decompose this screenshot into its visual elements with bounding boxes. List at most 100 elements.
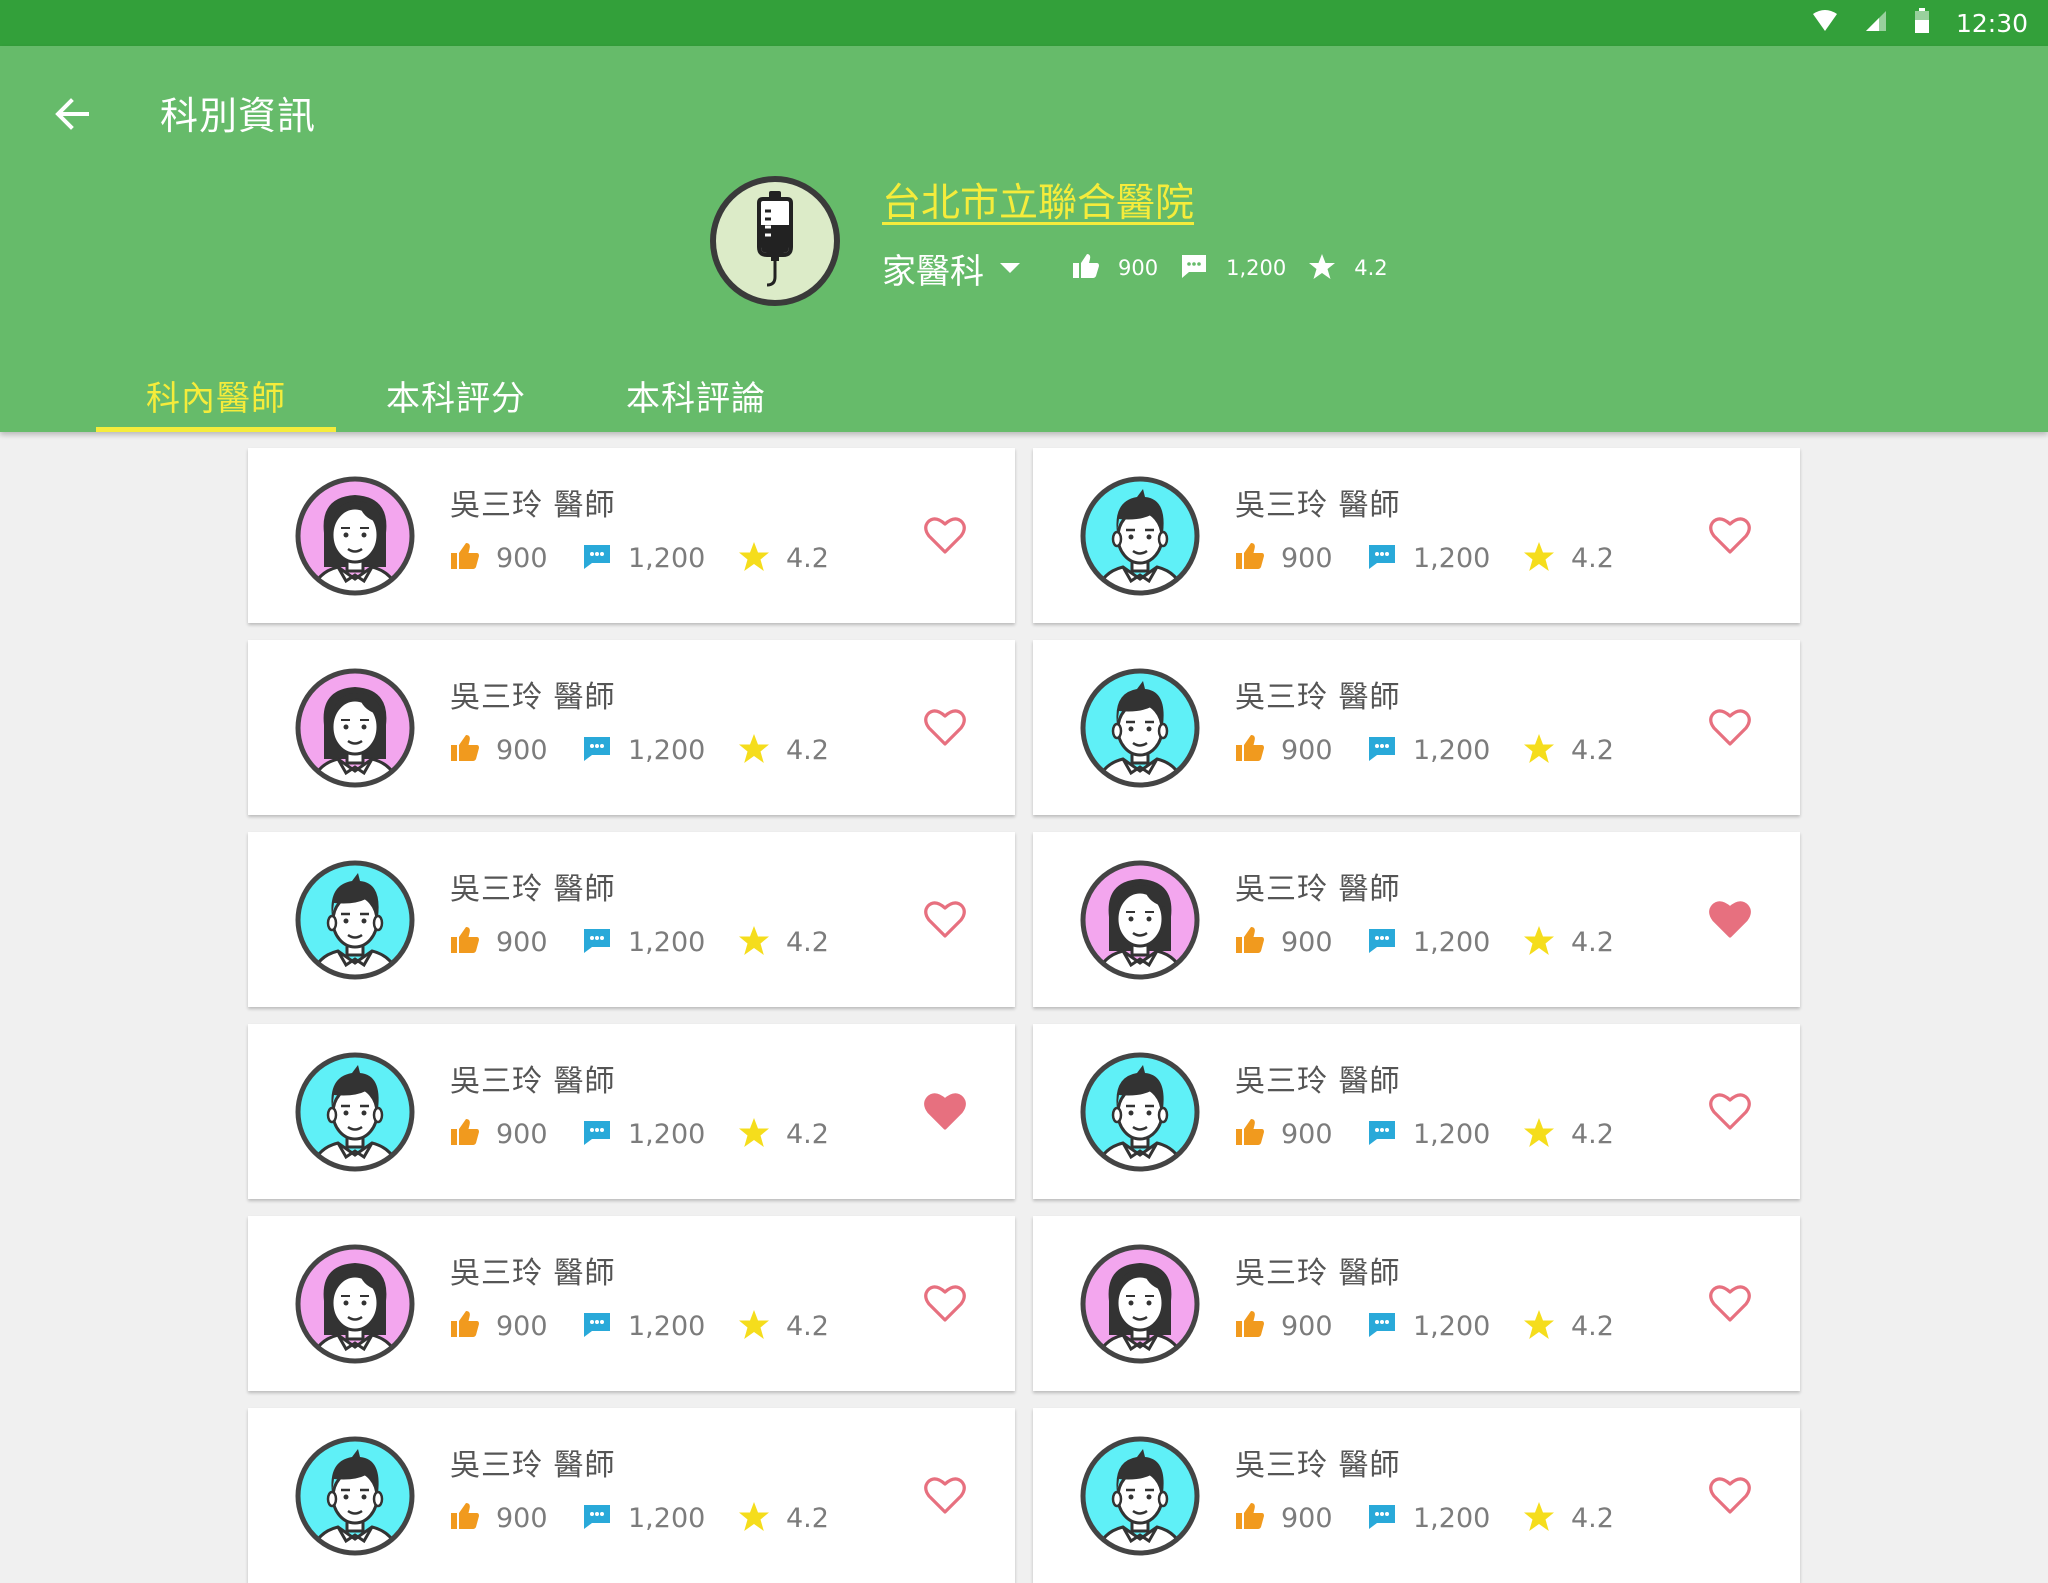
favorite-button[interactable] — [1708, 1474, 1752, 1516]
doctor-card[interactable]: 吳三玲 醫師 900 1,200 4.2 — [1033, 1408, 1800, 1583]
favorite-button[interactable] — [923, 1474, 967, 1516]
doctor-rating: 4.2 — [738, 733, 829, 768]
tab-reviews[interactable]: 本科評論 — [576, 358, 816, 432]
doctor-name: 吳三玲 醫師 — [1235, 1256, 1401, 1291]
tab-doctors[interactable]: 科內醫師 — [96, 358, 336, 432]
thumbs-up-icon — [1235, 542, 1265, 574]
favorite-button[interactable] — [923, 514, 967, 556]
favorite-button[interactable] — [923, 1090, 967, 1132]
star-icon — [738, 1117, 770, 1152]
doctor-card[interactable]: 吳三玲 醫師 900 1,200 4.2 — [248, 1024, 1015, 1199]
favorite-button[interactable] — [1708, 1282, 1752, 1324]
department-rating-value: 4.2 — [1354, 256, 1388, 280]
thumbs-up-icon — [1072, 253, 1100, 283]
heart-outline-icon — [924, 1285, 966, 1322]
likes-count: 900 — [496, 1310, 548, 1342]
heart-filled-icon — [924, 1093, 966, 1130]
comments-count: 1,200 — [628, 734, 706, 766]
thumbs-up-icon — [450, 1310, 480, 1342]
favorite-button[interactable] — [1708, 706, 1752, 748]
doctor-rating: 4.2 — [1523, 541, 1614, 576]
doctor-card[interactable]: 吳三玲 醫師 900 1,200 4.2 — [248, 448, 1015, 623]
likes-count: 900 — [496, 542, 548, 574]
male-avatar-icon — [1080, 1052, 1200, 1172]
doctor-card[interactable]: 吳三玲 醫師 900 1,200 4.2 — [248, 832, 1015, 1007]
favorite-button[interactable] — [1708, 898, 1752, 940]
comment-icon — [1367, 542, 1397, 574]
comments-count: 1,200 — [628, 1502, 706, 1534]
doctor-rating: 4.2 — [1523, 1309, 1614, 1344]
female-avatar-icon — [1080, 1244, 1200, 1364]
female-avatar-icon — [295, 1244, 415, 1364]
hospital-logo — [710, 176, 840, 306]
doctor-name: 吳三玲 醫師 — [1235, 488, 1401, 523]
wifi-icon — [1812, 10, 1838, 36]
doctor-rating: 4.2 — [738, 1117, 829, 1152]
doctor-avatar — [294, 859, 416, 981]
doctor-comments: 1,200 — [582, 1310, 738, 1342]
favorite-button[interactable] — [923, 706, 967, 748]
department-selector[interactable]: 家醫科 — [882, 244, 984, 293]
doctor-card[interactable]: 吳三玲 醫師 900 1,200 4.2 — [248, 1216, 1015, 1391]
comments-count: 1,200 — [1413, 1502, 1491, 1534]
doctor-stats: 900 1,200 4.2 — [450, 1498, 829, 1538]
rating-value: 4.2 — [786, 542, 829, 574]
doctor-likes: 900 — [1235, 542, 1367, 574]
favorite-button[interactable] — [923, 1282, 967, 1324]
status-time: 12:30 — [1955, 8, 2028, 38]
male-avatar-icon — [295, 1052, 415, 1172]
doctor-card[interactable]: 吳三玲 醫師 900 1,200 4.2 — [248, 1408, 1015, 1583]
favorite-button[interactable] — [1708, 514, 1752, 556]
comment-icon — [1367, 1310, 1397, 1342]
doctor-stats: 900 1,200 4.2 — [1235, 1306, 1614, 1346]
doctor-likes: 900 — [1235, 1502, 1367, 1534]
comments-count: 1,200 — [1413, 1118, 1491, 1150]
iv-bag-icon — [743, 189, 807, 293]
doctor-stats: 900 1,200 4.2 — [450, 922, 829, 962]
doctor-stats: 900 1,200 4.2 — [450, 1306, 829, 1346]
doctor-avatar — [294, 1243, 416, 1365]
doctor-avatar — [294, 475, 416, 597]
doctor-name: 吳三玲 醫師 — [1235, 1448, 1401, 1483]
likes-count: 900 — [1281, 1502, 1333, 1534]
comment-icon — [1180, 253, 1208, 283]
comments-count: 1,200 — [628, 1310, 706, 1342]
doctor-avatar — [1079, 859, 1201, 981]
doctor-avatar — [1079, 1243, 1201, 1365]
likes-count: 900 — [496, 734, 548, 766]
doctor-comments: 1,200 — [582, 926, 738, 958]
doctor-card[interactable]: 吳三玲 醫師 900 1,200 4.2 — [1033, 1216, 1800, 1391]
doctor-card[interactable]: 吳三玲 醫師 900 1,200 4.2 — [1033, 1024, 1800, 1199]
doctor-rating: 4.2 — [1523, 1117, 1614, 1152]
heart-outline-icon — [924, 517, 966, 554]
heart-outline-icon — [1709, 709, 1751, 746]
doctor-rating: 4.2 — [1523, 733, 1614, 768]
favorite-button[interactable] — [923, 898, 967, 940]
doctor-comments: 1,200 — [582, 542, 738, 574]
tab-ratings[interactable]: 本科評分 — [336, 358, 576, 432]
department-stats: 900 1,200 4.2 — [1072, 253, 1410, 284]
heart-outline-icon — [924, 1477, 966, 1514]
dropdown-arrow-icon[interactable] — [1000, 263, 1020, 273]
female-avatar-icon — [295, 668, 415, 788]
star-icon — [738, 1309, 770, 1344]
doctor-card[interactable]: 吳三玲 醫師 900 1,200 4.2 — [1033, 832, 1800, 1007]
department-rating: 4.2 — [1308, 253, 1388, 284]
comments-count: 1,200 — [628, 926, 706, 958]
doctor-card[interactable]: 吳三玲 醫師 900 1,200 4.2 — [1033, 640, 1800, 815]
back-button[interactable] — [44, 88, 100, 144]
doctor-card[interactable]: 吳三玲 醫師 900 1,200 4.2 — [248, 640, 1015, 815]
doctor-card[interactable]: 吳三玲 醫師 900 1,200 4.2 — [1033, 448, 1800, 623]
likes-count: 900 — [1281, 1310, 1333, 1342]
star-icon — [738, 925, 770, 960]
doctor-likes: 900 — [1235, 734, 1367, 766]
thumbs-up-icon — [450, 926, 480, 958]
doctor-likes: 900 — [450, 542, 582, 574]
thumbs-up-icon — [450, 1502, 480, 1534]
star-icon — [1308, 253, 1336, 284]
doctor-rating: 4.2 — [738, 1501, 829, 1536]
hospital-name-link[interactable]: 台北市立聯合醫院 — [882, 178, 1194, 230]
favorite-button[interactable] — [1708, 1090, 1752, 1132]
app-bar: 科別資訊 台北市立聯合醫院 家醫科 900 1,200 4.2 科內醫師 本科評… — [0, 46, 2048, 432]
thumbs-up-icon — [1235, 1502, 1265, 1534]
